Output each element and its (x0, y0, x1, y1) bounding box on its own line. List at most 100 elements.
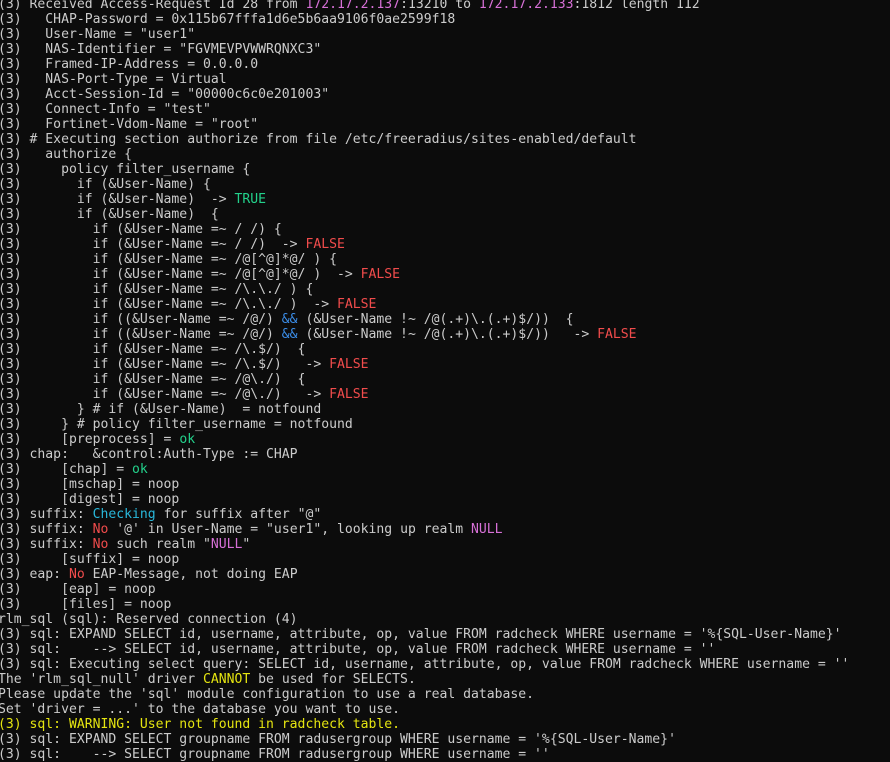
log-line: (3) if (&User-Name =~ /\.\./ ) { (0, 282, 849, 297)
log-highlight-yellow: (3) sql: WARNING: User not found in radc… (0, 717, 401, 732)
log-line: (3) if (&User-Name =~ / /) { (0, 222, 849, 237)
log-text: such realm " (108, 537, 211, 552)
log-text: Please update the 'sql' module configura… (0, 687, 535, 702)
log-line: (3) NAS-Port-Type = Virtual (0, 72, 849, 87)
log-line: (3) NAS-Identifier = "FGVMEVPVWWRQNXC3" (0, 42, 849, 57)
log-line: (3) Fortinet-Vdom-Name = "root" (0, 117, 849, 132)
log-text: (3) Connect-Info = "test" (0, 102, 211, 117)
log-highlight-red: No (68, 567, 85, 582)
log-line: (3) if (&User-Name =~ /\.$/) { (0, 342, 849, 357)
log-text: (3) if (&User-Name =~ / /) -> (0, 237, 306, 252)
log-line: (3) } # policy filter_username = notfoun… (0, 417, 849, 432)
log-highlight-blue: && (281, 327, 298, 342)
log-text: (3) [files] = noop (0, 597, 172, 612)
log-text: be used for SELECTS. (250, 672, 416, 687)
log-text: EAP-Message, not doing EAP (84, 567, 298, 582)
log-line: (3) [chap] = ok (0, 462, 849, 477)
log-line: (3) Received Access-Request Id 28 from 1… (0, 0, 849, 12)
log-highlight-red: FALSE (305, 237, 345, 252)
log-line: (3) policy filter_username { (0, 162, 849, 177)
log-text: The 'rlm_sql_null' driver (0, 672, 203, 687)
log-text: (3) sql: EXPAND SELECT groupname FROM ra… (0, 732, 676, 747)
log-highlight-red: FALSE (329, 357, 369, 372)
log-line: (3) CHAP-Password = 0x115b67fffa1d6e5b6a… (0, 12, 849, 27)
log-line: (3) if ((&User-Name =~ /@/) && (&User-Na… (0, 312, 849, 327)
log-text: (3) [suffix] = noop (0, 552, 180, 567)
log-text: (3) Received Access-Request Id 28 from (0, 0, 306, 12)
log-highlight-green: ok (132, 462, 148, 477)
log-text: (3) sql: EXPAND SELECT id, username, att… (0, 627, 842, 642)
log-text: '@' in User-Name = "user1", looking up r… (108, 522, 472, 537)
log-highlight-magenta: NULL (210, 537, 243, 552)
log-line: (3) if ((&User-Name =~ /@/) && (&User-Na… (0, 327, 849, 342)
log-text: (3) [mschap] = noop (0, 477, 180, 492)
log-highlight-yellow: CANNOT (202, 672, 251, 687)
log-text: (3) sql: --> SELECT id, username, attrib… (0, 642, 716, 657)
log-text: (3) NAS-Identifier = "FGVMEVPVWWRQNXC3" (0, 42, 322, 57)
log-highlight-cyan: Checking (92, 507, 156, 522)
log-text: (3) suffix: (0, 522, 93, 537)
log-text: (3) if (&User-Name =~ /\.$/) { (0, 342, 306, 357)
log-text: (3) NAS-Port-Type = Virtual (0, 72, 227, 87)
log-text: for suffix after "@" (155, 507, 322, 522)
log-line: (3) sql: WARNING: User not found in radc… (0, 717, 849, 732)
log-line: (3) chap: &control:Auth-Type := CHAP (0, 447, 849, 462)
log-line: (3) if (&User-Name =~ / /) -> FALSE (0, 237, 849, 252)
terminal-output[interactable]: (3) Received Access-Request Id 28 from 1… (0, 0, 849, 762)
log-text: (3) [chap] = (0, 462, 133, 477)
log-line: (3) if (&User-Name) -> TRUE (0, 192, 849, 207)
log-line: (3) suffix: Checking for suffix after "@… (0, 507, 849, 522)
log-text: (3) if (&User-Name =~ /\.\./ ) { (0, 282, 314, 297)
log-text: (3) User-Name = "user1" (0, 27, 196, 42)
log-highlight-magenta: NULL (471, 522, 503, 537)
log-text: (3) } # if (&User-Name) = notfound (0, 402, 322, 417)
log-text: (3) eap: (0, 567, 69, 582)
log-line: (3) Acct-Session-Id = "00000c6c0e201003" (0, 87, 849, 102)
log-text: (3) Acct-Session-Id = "00000c6c0e201003" (0, 87, 330, 102)
log-text: rlm_sql (sql): Reserved connection (4) (0, 612, 298, 627)
log-text: (&User-Name !~ /@(.+)\.(.+)$/)) -> (297, 327, 598, 342)
log-line: (3) sql: EXPAND SELECT id, username, att… (0, 627, 849, 642)
log-line: (3) if (&User-Name =~ /@\./) -> FALSE (0, 387, 849, 402)
log-text: (3) if (&User-Name =~ /@[^@]*@/ ) -> (0, 267, 361, 282)
log-line: (3) authorize { (0, 147, 849, 162)
log-text: (3) if (&User-Name =~ /\.$/) -> (0, 357, 330, 372)
log-text: (3) if (&User-Name =~ /@\./) -> (0, 387, 330, 402)
log-text: (3) if (&User-Name =~ /@[^@]*@/ ) { (0, 252, 337, 267)
log-text: (3) sql: Executing select query: SELECT … (0, 657, 850, 672)
log-line: (3) [digest] = noop (0, 492, 849, 507)
log-text: (3) CHAP-Password = 0x115b67fffa1d6e5b6a… (0, 12, 456, 27)
log-line: (3) sql: --> SELECT id, username, attrib… (0, 642, 849, 657)
log-line: (3) [preprocess] = ok (0, 432, 849, 447)
log-text: :1812 length 112 (573, 0, 700, 12)
log-text: (3) chap: &control:Auth-Type := CHAP (0, 447, 298, 462)
log-text: (3) if (&User-Name) -> (0, 192, 235, 207)
log-line: (3) suffix: No '@' in User-Name = "user1… (0, 522, 849, 537)
log-line: (3) sql: Executing select query: SELECT … (0, 657, 849, 672)
log-text: (3) suffix: (0, 537, 93, 552)
log-text: :13210 to (400, 0, 479, 12)
log-text: (3) if (&User-Name =~ / /) { (0, 222, 282, 237)
log-highlight-magenta: 172.17.2.133 (478, 0, 574, 12)
log-text: (3) if (&User-Name =~ /@\./) { (0, 372, 306, 387)
log-highlight-red: No (92, 537, 109, 552)
log-text: (3) [eap] = noop (0, 582, 156, 597)
log-text: (3) policy filter_username { (0, 162, 251, 177)
log-highlight-blue: && (281, 312, 298, 327)
log-text: (3) # Executing section authorize from f… (0, 132, 637, 147)
log-line: (3) # Executing section authorize from f… (0, 132, 849, 147)
log-highlight-magenta: 172.17.2.137 (305, 0, 401, 12)
log-text: (3) [digest] = noop (0, 492, 180, 507)
log-line: rlm_sql (sql): Reserved connection (4) (0, 612, 849, 627)
log-line: (3) if (&User-Name =~ /@[^@]*@/ ) { (0, 252, 849, 267)
log-highlight-red: FALSE (336, 297, 377, 312)
log-line: The 'rlm_sql_null' driver CANNOT be used… (0, 672, 849, 687)
log-line: (3) sql: EXPAND SELECT groupname FROM ra… (0, 732, 849, 747)
log-text: (3) suffix: (0, 507, 93, 522)
log-line: (3) User-Name = "user1" (0, 27, 849, 42)
log-line: (3) Framed-IP-Address = 0.0.0.0 (0, 57, 849, 72)
log-line: (3) Connect-Info = "test" (0, 102, 849, 117)
log-line: (3) if (&User-Name) { (0, 177, 849, 192)
log-line: (3) eap: No EAP-Message, not doing EAP (0, 567, 849, 582)
log-highlight-green: ok (179, 432, 196, 447)
